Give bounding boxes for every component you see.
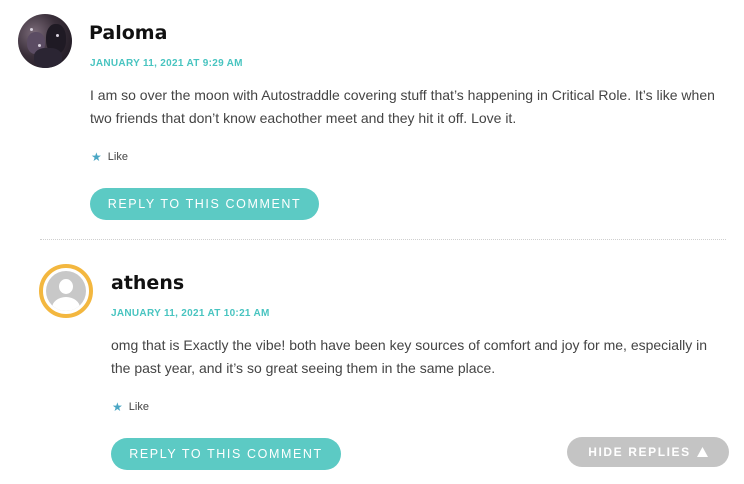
commenter-avatar[interactable] (18, 14, 72, 68)
triangle-up-icon (696, 447, 708, 457)
star-icon: ★ (91, 150, 102, 164)
comment-author[interactable]: Paloma (89, 22, 167, 44)
comment-text: omg that is Exactly the vibe! both have … (111, 337, 708, 376)
like-label: Like (107, 151, 128, 163)
comment-divider (40, 239, 726, 240)
reply-button[interactable]: REPLY TO THIS COMMENT (111, 438, 341, 470)
like-button[interactable]: ★ Like (91, 151, 128, 163)
hide-replies-button[interactable]: HIDE REPLIES (567, 437, 729, 467)
reply-button[interactable]: REPLY TO THIS COMMENT (90, 188, 319, 220)
star-icon: ★ (112, 400, 123, 414)
comment-date[interactable]: JANUARY 11, 2021 AT 9:29 AM (90, 58, 243, 69)
like-button[interactable]: ★ Like (112, 401, 149, 413)
comment-text: I am so over the moon with Autostraddle … (90, 87, 715, 126)
hide-replies-label: HIDE REPLIES (588, 445, 691, 459)
commenter-avatar[interactable] (39, 264, 93, 318)
comment-author[interactable]: athens (111, 272, 184, 294)
comment-date[interactable]: JANUARY 11, 2021 AT 10:21 AM (111, 308, 270, 319)
like-label: Like (128, 401, 149, 413)
